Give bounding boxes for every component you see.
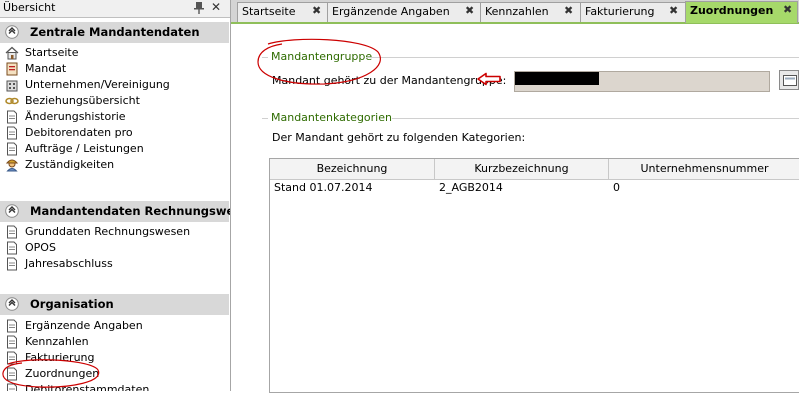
sidebar-item-label: Debitorendaten pro [25,126,133,139]
table-cell: 0 [613,181,620,194]
section-title: Zentrale Mandantendaten [30,25,200,39]
document-icon [7,241,17,255]
tab-label: Startseite [242,5,296,18]
sidebar-item-label: Ergänzende Angaben [25,319,143,332]
tab-fakturierung[interactable]: Fakturierung ✖ [580,2,686,22]
column-header-label: Kurzbezeichnung [474,162,569,175]
close-icon[interactable]: ✖ [564,4,573,17]
sidebar: Übersicht ✕ Zentrale Mandantendaten Star… [0,0,231,391]
close-icon[interactable]: ✖ [669,4,678,17]
sidebar-item-label: Zuständigkeiten [25,158,115,171]
sidebar-item-label: Jahresabschluss [25,257,113,270]
home-icon [5,46,19,60]
table-row[interactable]: Stand 01.07.2014 2_AGB2014 0 [270,180,799,196]
sidebar-item-label: Beziehungsübersicht [25,94,140,107]
group-divider [366,57,799,58]
section-title: Organisation [30,297,114,311]
table-cell: 2_AGB2014 [439,181,503,194]
mandate-icon [6,62,18,76]
collapse-chevron-icon[interactable] [5,25,19,39]
column-header-bezeichnung[interactable]: Bezeichnung [270,159,435,180]
document-icon [7,335,17,349]
section-title: Mandantendaten Rechnungswe... [30,204,231,218]
tab-label: Fakturierung [585,5,655,18]
column-header-unternehmensnummer[interactable]: Unternehmensnummer [609,159,799,180]
column-header-label: Unternehmensnummer [640,162,769,175]
tab-label: Ergänzende Angaben [332,5,450,18]
column-header-label: Bezeichnung [316,162,388,175]
tab-kennzahlen[interactable]: Kennzahlen ✖ [480,2,581,22]
document-icon [7,319,17,333]
person-hat-icon [5,159,19,172]
tab-startseite[interactable]: Startseite ✖ [237,2,328,22]
chain-link-icon [5,97,19,105]
annotation-circle-sidebar [2,359,100,388]
sidebar-item-label: Aufträge / Leistungen [25,142,144,155]
annotation-circle-group [257,38,381,85]
sidebar-item-label: Unternehmen/Vereinigung [25,78,170,91]
collapse-chevron-icon[interactable] [5,204,19,218]
sidebar-item-label: Startseite [25,46,79,59]
close-icon[interactable]: ✖ [312,4,321,17]
sidebar-item-label: OPOS [25,241,56,254]
collapse-chevron-icon[interactable] [5,297,19,311]
sidebar-item-label: Grunddaten Rechnungswesen [25,225,191,238]
document-icon [7,142,17,156]
kategorien-table: Bezeichnung Kurzbezeichnung Unternehmens… [269,158,799,393]
kategorien-label: Der Mandant gehört zu folgenden Kategori… [272,131,526,144]
sidebar-header: Übersicht ✕ [0,0,230,18]
sidebar-item-label: Mandat [25,62,67,75]
tab-bar: Startseite ✖ Ergänzende Angaben ✖ Kennza… [231,0,799,24]
document-icon [7,257,17,271]
tab-ergaenzende-angaben[interactable]: Ergänzende Angaben ✖ [327,2,481,22]
column-header-kurzbezeichnung[interactable]: Kurzbezeichnung [435,159,609,180]
redacted-value [515,72,599,85]
building-icon [6,80,18,92]
mandantengruppe-field[interactable] [514,71,770,92]
sidebar-item-label: Änderungshistorie [25,110,126,123]
tab-zuordnungen[interactable]: Zuordnungen ✖ [685,1,798,23]
lookup-button[interactable] [779,70,799,90]
section-mandantendaten-rechnungswesen[interactable]: Mandantendaten Rechnungswe... [0,201,231,222]
annotation-arrow-icon [477,72,501,86]
sidebar-title: Übersicht [3,1,56,14]
tab-label: Kennzahlen [485,5,549,18]
section-zentrale-mandantendaten[interactable]: Zentrale Mandantendaten [0,22,229,43]
tab-label: Zuordnungen [690,4,774,17]
group-divider [262,118,268,119]
document-icon [7,225,17,239]
close-icon[interactable]: ✖ [465,4,474,17]
close-icon[interactable]: ✕ [211,0,221,14]
pin-icon[interactable] [194,2,204,14]
close-icon[interactable]: ✖ [783,3,792,16]
sidebar-item-label: Kennzahlen [25,335,89,348]
group-divider [392,118,799,119]
document-icon [7,110,17,124]
lookup-icon [783,75,797,86]
section-organisation[interactable]: Organisation [0,294,229,315]
group-title-mandantenkategorien: Mandantenkategorien [271,111,392,124]
document-icon [7,126,17,140]
table-cell: Stand 01.07.2014 [274,181,373,194]
